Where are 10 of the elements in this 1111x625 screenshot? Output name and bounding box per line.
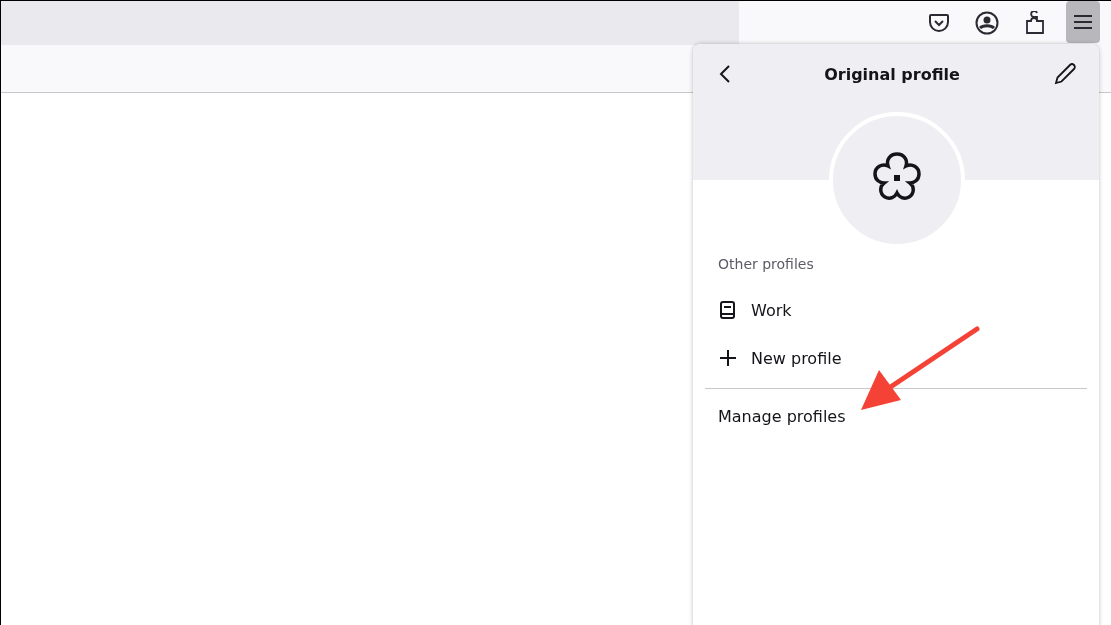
profile-item[interactable]: Work (705, 286, 1087, 334)
plus-icon (719, 349, 737, 367)
section-label: Other profiles (717, 256, 815, 272)
book-icon (719, 300, 737, 320)
menu-icon[interactable] (1066, 1, 1100, 43)
back-icon[interactable] (719, 64, 731, 84)
manage-profiles-item[interactable]: Manage profiles (705, 399, 859, 434)
pencil-icon[interactable] (1053, 62, 1077, 86)
new-profile-item[interactable]: New profile (705, 334, 1087, 382)
panel-title: Original profile (824, 64, 960, 84)
